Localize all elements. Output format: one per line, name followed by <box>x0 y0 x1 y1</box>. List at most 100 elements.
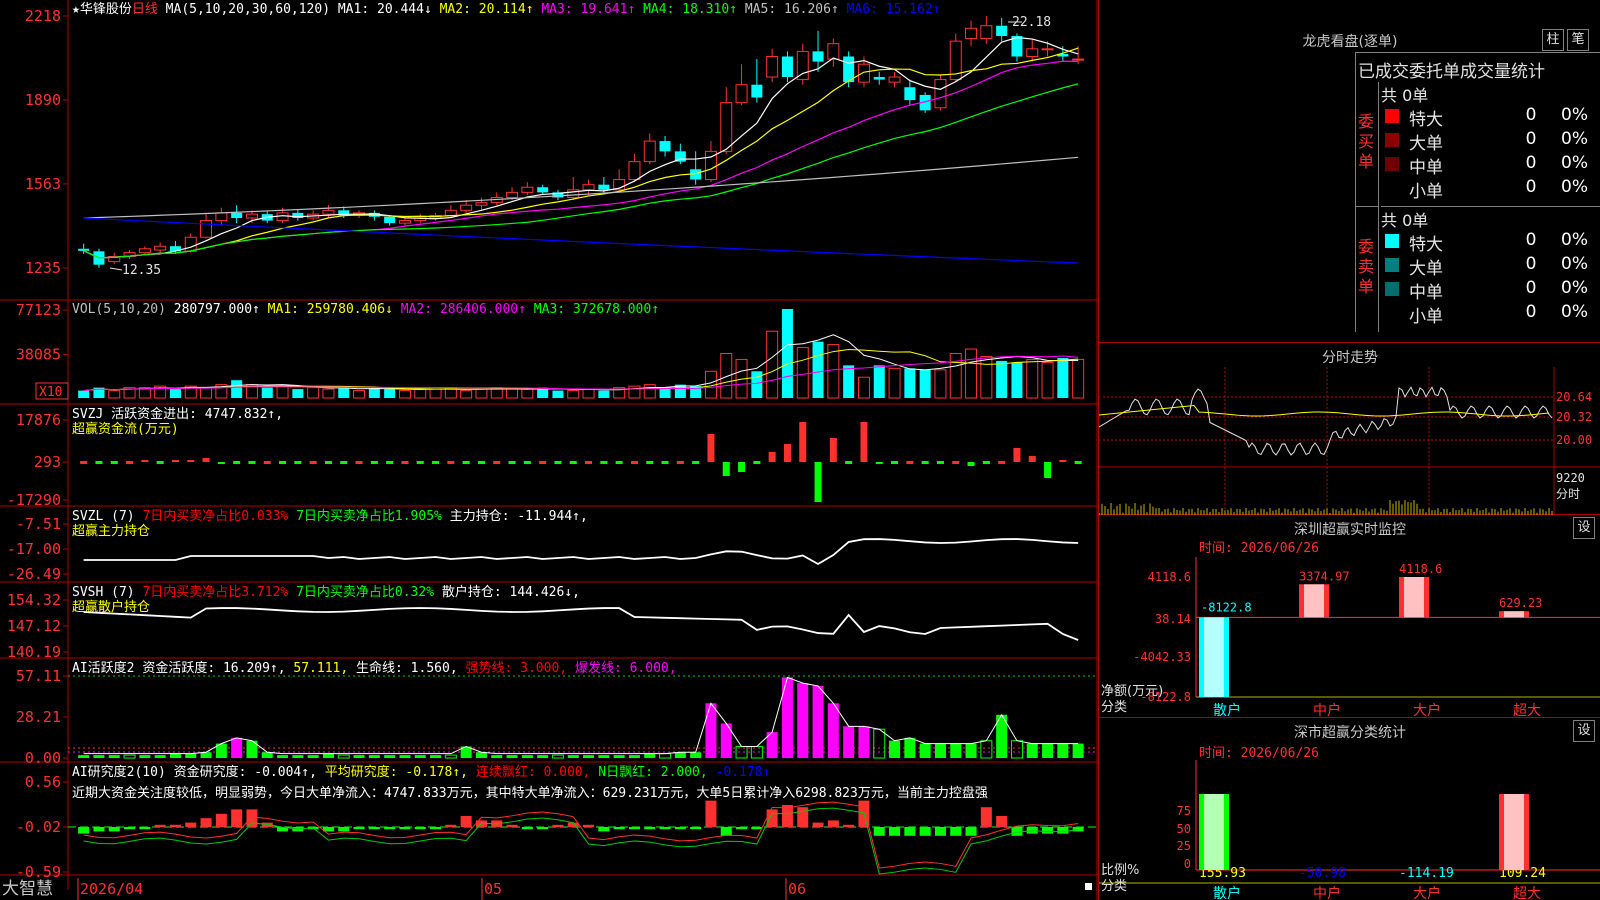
flow-bar <box>936 461 944 464</box>
activity-bar <box>123 754 136 759</box>
volume-bar <box>1041 361 1054 399</box>
brush-mode-button[interactable]: 笔 <box>1567 29 1589 51</box>
activity-bar <box>1042 743 1054 758</box>
right-sidebar: 龙虎看盘(逐单) 柱 笔 已成交委托单成交量统计 委买单 委卖单 共 0单 特大… <box>1098 0 1600 900</box>
row-value: 0 <box>1525 254 1537 274</box>
bar-mode-button[interactable]: 柱 <box>1542 29 1564 51</box>
buy-row: 大单 0 0% <box>1381 128 1600 154</box>
legend-item: MA1: 20.444↓ <box>338 2 440 17</box>
research-bar <box>613 827 625 830</box>
research-bar <box>690 827 702 830</box>
candle-body <box>460 204 473 211</box>
ai-research-legend: AI研究度2(10) 资金研究度: -0.004↑, 平均研究度: -0.178… <box>72 764 770 780</box>
activity-bar <box>154 755 166 758</box>
legend-item: SVZJ 活跃资金进出: 4747.832↑, <box>72 406 283 422</box>
research-bar <box>644 827 656 830</box>
intraday-panel: 分时走势 20.64 20.32 20.00 9220 分时 <box>1099 343 1600 515</box>
volume-bar <box>965 348 978 399</box>
sell-row: 小单 0 0% <box>1381 301 1600 327</box>
flow-bar <box>615 461 623 464</box>
activity-bar <box>399 755 411 758</box>
flow-bar <box>860 422 868 462</box>
legend-item: 280797.000↑ <box>174 302 268 317</box>
lh-tabs[interactable]: 已成交委托单成交量统计 <box>1355 52 1600 82</box>
row-value: 0 <box>1525 177 1537 197</box>
research-bar <box>996 816 1008 827</box>
candle-body <box>628 161 641 181</box>
activity-bar <box>934 743 946 758</box>
row-value: 0 <box>1525 105 1537 125</box>
candle-body <box>735 84 748 104</box>
volume-bar <box>628 385 641 399</box>
research-bar <box>414 827 426 830</box>
monitor-bar-label: 3374.97 <box>1299 569 1350 583</box>
activity-bar <box>537 755 549 758</box>
flow-bar <box>309 461 317 464</box>
intraday-chart[interactable]: 20.64 20.32 20.00 9220 分时 <box>1099 367 1600 515</box>
activity-bar <box>108 755 120 758</box>
flow-bar <box>1059 460 1067 462</box>
activity-bar <box>384 755 396 758</box>
intraday-y-label: 20.32 <box>1556 410 1592 424</box>
research-bar <box>1057 827 1069 834</box>
activity-bar <box>337 754 350 759</box>
svzj-legend: SVZJ 活跃资金进出: 4747.832↑, <box>72 406 283 422</box>
classify-settings-button[interactable]: 设 <box>1573 720 1595 742</box>
candle-body <box>1026 48 1039 58</box>
research-bar <box>873 827 885 836</box>
flow-bar <box>661 461 669 464</box>
classify-y-label: 25 <box>1177 839 1191 853</box>
research-bar <box>934 827 946 836</box>
research-bar <box>108 827 120 832</box>
volume-bar <box>812 341 824 398</box>
volume-bar <box>796 347 809 399</box>
candle-body <box>78 248 90 251</box>
volume-bar <box>78 390 90 398</box>
flow-bar <box>80 461 88 464</box>
buy-rows: 共 0单 特大 0 0% 大单 0 0% 中单 0 0% 小单 0 0% <box>1381 82 1600 206</box>
intraday-title: 分时走势 <box>1322 350 1378 366</box>
monitor-settings-button[interactable]: 设 <box>1573 517 1595 539</box>
volume-bar <box>934 369 947 399</box>
y-tick-label: 154.32 <box>7 591 61 609</box>
y-tick-label: 77123 <box>16 301 61 319</box>
volume-bar <box>1026 358 1039 399</box>
volume-bar <box>567 390 580 399</box>
volume-bar <box>582 388 595 399</box>
research-bar <box>78 827 90 834</box>
research-bar <box>154 824 166 827</box>
flow-bar <box>539 461 547 464</box>
volume-bar <box>843 365 855 398</box>
volume-bar <box>949 352 962 399</box>
legend-item: 平均研究度: -0.178↑, <box>325 764 476 780</box>
buy-row: 小单 0 0% <box>1381 176 1600 202</box>
volume-bar <box>873 365 885 398</box>
classify-chart: 7550250比例%分类 散户155.93中户-50.98大户-114.19超大1… <box>1099 760 1600 900</box>
research-bar <box>169 824 181 827</box>
volume-bar <box>1072 358 1085 399</box>
volume-bar <box>261 387 273 398</box>
flow-bar <box>799 422 807 462</box>
research-bar <box>338 827 350 832</box>
research-bar <box>628 827 640 830</box>
flow-bar <box>110 461 118 464</box>
y-tick-label: 38085 <box>16 346 61 364</box>
flow-bar <box>646 461 654 464</box>
legend-item: MA3: 372678.000↑ <box>534 302 659 317</box>
legend-item: MA3: 19.641↑ <box>541 2 643 17</box>
kline-chart-area[interactable]: 2218 1890 1563 1235 22.18 12.35 ★华锋股份日线 MA(5,1… <box>0 0 1098 900</box>
activity-bar <box>368 755 380 758</box>
flow-bar <box>921 461 929 464</box>
main-chart-svg[interactable]: 221818901563123522.1812.35★华锋股份日线 MA(5,1… <box>0 0 1098 900</box>
y-tick-label: -7.51 <box>16 515 61 533</box>
activity-bar <box>659 753 672 759</box>
monitor-bar-label: 629.23 <box>1499 596 1542 610</box>
app-window: 2218 1890 1563 1235 22.18 12.35 ★华锋股份日线 MA(5,1… <box>0 0 1600 900</box>
candle-body <box>812 51 824 62</box>
lock-icon <box>1085 883 1092 890</box>
row-value: 0 <box>1525 278 1537 298</box>
sell-row: 特大 0 0% <box>1381 229 1600 255</box>
flow-bar <box>967 462 975 466</box>
volume-bar <box>307 387 320 399</box>
intraday-vol-label: 9220 <box>1556 471 1585 485</box>
